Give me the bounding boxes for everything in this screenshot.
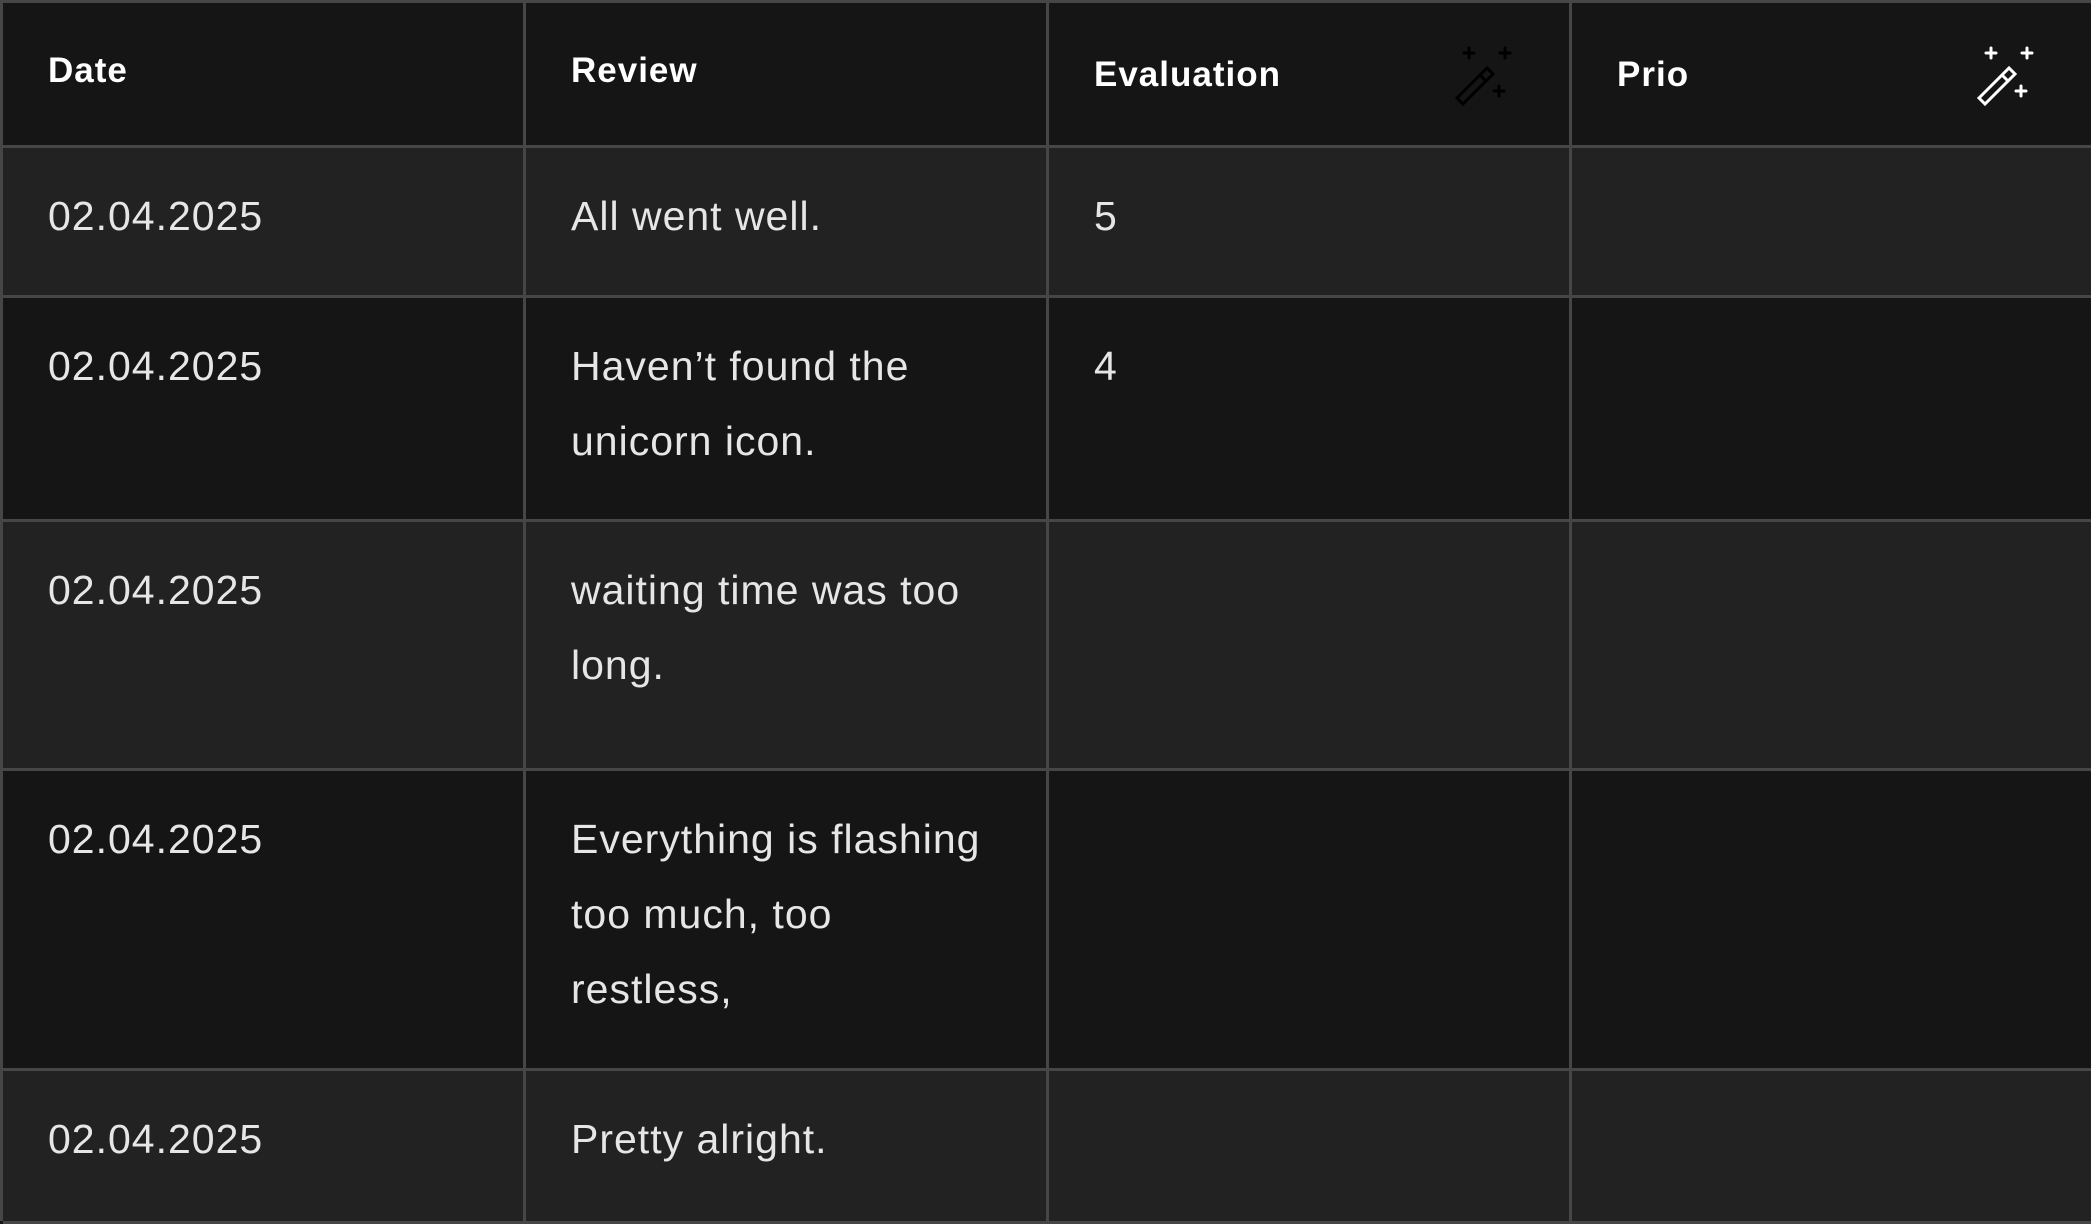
evaluation-value: 5 <box>1094 193 1118 239</box>
date-value: 02.04.2025 <box>48 193 264 239</box>
cell-review[interactable]: Pretty alright. <box>526 1071 1049 1224</box>
cell-date[interactable]: 02.04.2025 <box>3 522 526 771</box>
cell-review[interactable]: waiting time was too long. <box>526 522 1049 771</box>
review-value: waiting time was too long. <box>571 567 961 688</box>
cell-evaluation[interactable]: 4 <box>1049 298 1572 522</box>
cell-date[interactable]: 02.04.2025 <box>3 771 526 1071</box>
cell-date[interactable]: 02.04.2025 <box>3 298 526 522</box>
date-value: 02.04.2025 <box>48 343 264 389</box>
date-value: 02.04.2025 <box>48 567 264 613</box>
column-header-review[interactable]: Review <box>526 3 1049 148</box>
review-value: Everything is flashing too much, too res… <box>571 816 981 1012</box>
column-header-label: Date <box>48 51 128 90</box>
cell-prio[interactable] <box>1572 522 2091 771</box>
magic-wand-sparkles-icon[interactable] <box>1451 40 1517 106</box>
column-header-date[interactable]: Date <box>3 3 526 148</box>
cell-evaluation[interactable] <box>1049 522 1572 771</box>
cell-evaluation[interactable]: 5 <box>1049 148 1572 298</box>
column-header-label: Review <box>571 51 698 90</box>
column-header-prio[interactable]: Prio <box>1572 3 2091 148</box>
review-value: Haven’t found the unicorn icon. <box>571 343 910 464</box>
column-header-label: Evaluation <box>1094 55 1281 94</box>
cell-date[interactable]: 02.04.2025 <box>3 1071 526 1224</box>
review-value: All went well. <box>571 193 822 239</box>
column-header-evaluation[interactable]: Evaluation <box>1049 3 1572 148</box>
date-value: 02.04.2025 <box>48 1116 264 1162</box>
cell-prio[interactable] <box>1572 771 2091 1071</box>
date-value: 02.04.2025 <box>48 816 264 862</box>
reviews-table: Date Review Evaluation Prio 02.04.2025 A… <box>0 0 2091 1224</box>
cell-date[interactable]: 02.04.2025 <box>3 148 526 298</box>
cell-review[interactable]: Everything is flashing too much, too res… <box>526 771 1049 1071</box>
cell-evaluation[interactable] <box>1049 1071 1572 1224</box>
cell-review[interactable]: All went well. <box>526 148 1049 298</box>
cell-evaluation[interactable] <box>1049 771 1572 1071</box>
cell-prio[interactable] <box>1572 1071 2091 1224</box>
cell-prio[interactable] <box>1572 148 2091 298</box>
review-value: Pretty alright. <box>571 1116 828 1162</box>
cell-prio[interactable] <box>1572 298 2091 522</box>
cell-review[interactable]: Haven’t found the unicorn icon. <box>526 298 1049 522</box>
column-header-label: Prio <box>1617 55 1690 94</box>
evaluation-value: 4 <box>1094 343 1118 389</box>
magic-wand-sparkles-icon[interactable] <box>1973 40 2039 106</box>
